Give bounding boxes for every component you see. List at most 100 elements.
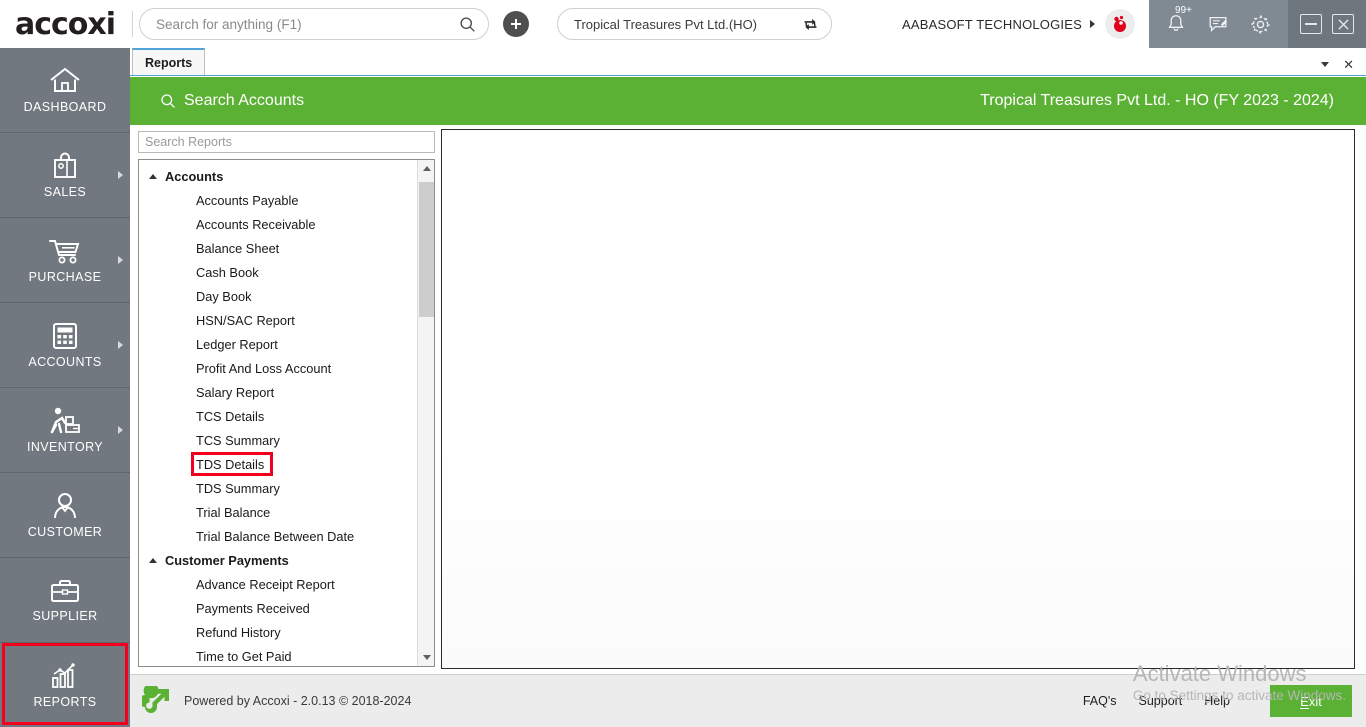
footer-link-support[interactable]: Support (1139, 694, 1183, 708)
report-list-item[interactable]: Salary Report (139, 380, 417, 404)
report-list-item[interactable]: TCS Summary (139, 428, 417, 452)
calculator-icon (53, 323, 77, 349)
user-avatar-icon (1114, 15, 1126, 32)
report-item-label: Refund History (196, 624, 281, 640)
chevron-right-icon (118, 171, 123, 179)
report-item-label: TCS Summary (196, 432, 280, 448)
report-list-item[interactable]: TDS Summary (139, 476, 417, 500)
sidebar-item-reports[interactable]: REPORTS (0, 643, 130, 727)
report-list-item[interactable]: Ledger Report (139, 332, 417, 356)
reports-group-title: Customer Payments (165, 552, 289, 568)
report-item-label: Trial Balance Between Date (196, 528, 355, 544)
powered-by-text: Powered by Accoxi - 2.0.13 © 2018-2024 (184, 694, 412, 708)
reports-group-title: Accounts (165, 168, 224, 184)
exit-button[interactable]: Exit (1270, 685, 1352, 717)
report-list-item[interactable]: TDS Details (139, 452, 417, 476)
report-list-item[interactable]: Cash Book (139, 260, 417, 284)
accoxi-arrow-logo (142, 686, 169, 713)
sidebar-item-inventory[interactable]: INVENTORY (0, 388, 130, 473)
report-item-label: Accounts Payable (196, 192, 299, 208)
scrollbar-thumb[interactable] (419, 182, 434, 317)
warehouse-worker-icon (50, 407, 80, 434)
accoxi-logo: accoxi (0, 0, 130, 48)
reports-group-header[interactable]: Accounts (139, 164, 417, 188)
green-header-bar: Search Accounts Tropical Treasures Pvt L… (130, 77, 1366, 125)
close-button[interactable] (1332, 14, 1354, 34)
company-selector[interactable]: Tropical Treasures Pvt Ltd.(HO) (557, 8, 832, 40)
settings-button[interactable] (1249, 13, 1272, 36)
report-item-label: Advance Receipt Report (196, 576, 335, 592)
triangle-up-icon (422, 166, 431, 171)
report-list-item[interactable]: Trial Balance (139, 500, 417, 524)
close-icon[interactable]: ✕ (1343, 58, 1354, 71)
footer-link-help[interactable]: Help (1204, 694, 1230, 708)
report-list-item[interactable]: Balance Sheet (139, 236, 417, 260)
report-list-item[interactable]: Trial Balance Between Date (139, 524, 417, 548)
chevron-right-icon (118, 341, 123, 349)
chevron-down-icon[interactable] (1321, 62, 1330, 67)
feedback-button[interactable] (1207, 13, 1229, 35)
report-list-item[interactable]: Profit And Loss Account (139, 356, 417, 380)
company-fy-label: Tropical Treasures Pvt Ltd. - HO (FY 202… (980, 92, 1334, 109)
reports-scrollbar[interactable] (417, 160, 434, 666)
search-reports-input[interactable] (145, 135, 428, 149)
report-item-label: Trial Balance (196, 504, 271, 520)
search-input[interactable] (156, 16, 459, 32)
report-list-item[interactable]: Accounts Receivable (139, 212, 417, 236)
report-list-item[interactable]: Time to Get Paid (139, 644, 417, 666)
footer-link-faqs[interactable]: FAQ's (1083, 694, 1117, 708)
report-list-item[interactable]: Refund History (139, 620, 417, 644)
sidebar-item-customer[interactable]: CUSTOMER (0, 473, 130, 558)
reports-panel: Accounts Accounts Payable Accounts Receiva… (138, 131, 435, 668)
report-item-label: Cash Book (196, 264, 259, 280)
sidebar-item-accounts[interactable]: ACCOUNTS (0, 303, 130, 388)
add-new-button[interactable] (503, 11, 529, 37)
minimize-button[interactable] (1300, 14, 1322, 34)
search-icon (161, 94, 175, 108)
chevron-right-icon (118, 426, 123, 434)
global-search[interactable] (139, 8, 489, 40)
report-item-label: Accounts Receivable (196, 216, 316, 232)
report-list-item[interactable]: Day Book (139, 284, 417, 308)
message-edit-icon (1209, 16, 1228, 32)
notifications-button[interactable]: 99+ (1165, 5, 1192, 35)
sidebar-item-purchase[interactable]: PURCHASE (0, 218, 130, 303)
sidebar-item-label: REPORTS (33, 695, 97, 709)
reports-group-header[interactable]: Customer Payments (139, 548, 417, 572)
sidebar-item-label: DASHBOARD (23, 100, 107, 114)
search-accounts-button[interactable]: Search Accounts (160, 92, 304, 110)
triangle-down-icon (422, 655, 431, 660)
gear-icon (1251, 14, 1270, 34)
close-icon (1337, 18, 1349, 30)
plus-icon (511, 19, 521, 29)
report-list-item[interactable]: Advance Receipt Report (139, 572, 417, 596)
exit-label-rest: xit (1308, 693, 1322, 709)
sidebar-item-label: ACCOUNTS (28, 355, 102, 369)
sidebar-item-label: CUSTOMER (27, 525, 103, 539)
scroll-down-button[interactable] (418, 649, 434, 666)
avatar[interactable] (1105, 9, 1135, 39)
sidebar-item-sales[interactable]: SALES (0, 133, 130, 218)
report-list-item[interactable]: Payments Received (139, 596, 417, 620)
report-list-item[interactable]: Accounts Payable (139, 188, 417, 212)
organization-selector[interactable]: AABASOFT TECHNOLOGIES (902, 17, 1095, 32)
report-item-label: TCS Details (196, 408, 265, 424)
sidebar-item-label: INVENTORY (26, 440, 104, 454)
refresh-switch-icon[interactable] (802, 16, 819, 33)
chevron-right-icon (118, 256, 123, 264)
top-bar: accoxi Tropical Treasures Pvt Ltd.(HO) (0, 0, 1366, 48)
chevron-up-icon (149, 173, 157, 179)
report-item-label: Salary Report (196, 384, 275, 400)
tab-reports[interactable]: Reports (132, 48, 206, 75)
report-list-item[interactable]: TCS Details (139, 404, 417, 428)
exit-label-prefix: E (1300, 693, 1309, 709)
sidebar-item-dashboard[interactable]: DASHBOARD (0, 48, 130, 133)
report-item-label: HSN/SAC Report (196, 312, 295, 328)
sidebar-item-supplier[interactable]: SUPPLIER (0, 558, 130, 643)
reports-list-container: Accounts Accounts Payable Accounts Receiva… (138, 159, 435, 667)
reports-search[interactable] (138, 131, 435, 153)
notification-badge: 99+ (1175, 5, 1192, 16)
scroll-up-button[interactable] (418, 160, 434, 177)
sidebar: DASHBOARD SALES PURCHASE ACCOUNTS INVENT… (0, 48, 130, 727)
report-list-item[interactable]: HSN/SAC Report (139, 308, 417, 332)
